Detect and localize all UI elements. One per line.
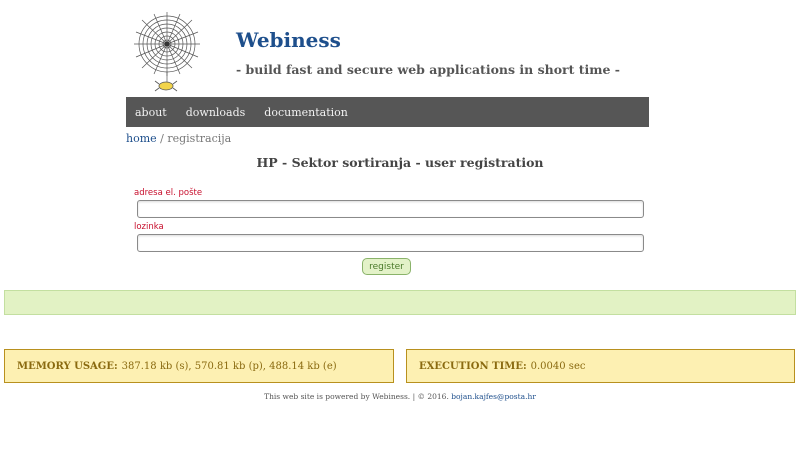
execution-time-box: EXECUTION TIME: 0.0040 sec bbox=[406, 349, 795, 383]
memory-usage-label: MEMORY USAGE: bbox=[17, 360, 118, 372]
page-title: HP - Sektor sortiranja - user registrati… bbox=[256, 155, 544, 170]
nav-item-downloads[interactable]: downloads bbox=[186, 106, 246, 119]
email-field[interactable] bbox=[137, 200, 644, 218]
memory-usage-value: 387.18 kb (s), 570.81 kb (p), 488.14 kb … bbox=[121, 360, 337, 372]
memory-usage-box: MEMORY USAGE: 387.18 kb (s), 570.81 kb (… bbox=[4, 349, 394, 383]
site-tagline: - build fast and secure web applications… bbox=[236, 62, 620, 77]
breadcrumb-separator: / bbox=[156, 132, 168, 145]
footer-text: This web site is powered by Webiness. | … bbox=[264, 392, 449, 401]
breadcrumb-home-link[interactable]: home bbox=[126, 132, 157, 145]
nav-item-about[interactable]: about bbox=[135, 106, 167, 119]
site-header: Webiness - build fast and secure web app… bbox=[126, 8, 649, 96]
message-bar bbox=[4, 290, 796, 315]
execution-time-value: 0.0040 sec bbox=[530, 360, 586, 372]
email-label: adresa el. pošte bbox=[134, 188, 203, 198]
footer: This web site is powered by Webiness. | … bbox=[0, 392, 800, 401]
footer-email-link[interactable]: bojan.kajfes@posta.hr bbox=[451, 392, 536, 401]
password-field[interactable] bbox=[137, 234, 644, 252]
spider-web-logo-icon[interactable] bbox=[134, 12, 210, 94]
nav-item-documentation[interactable]: documentation bbox=[264, 106, 348, 119]
breadcrumb: home / registracija bbox=[126, 132, 231, 145]
register-button[interactable]: register bbox=[362, 258, 411, 275]
password-label: lozinka bbox=[134, 222, 164, 232]
site-title: Webiness bbox=[236, 28, 341, 52]
execution-time-label: EXECUTION TIME: bbox=[419, 360, 527, 372]
main-nav: about downloads documentation bbox=[126, 97, 649, 127]
breadcrumb-current: registracija bbox=[167, 132, 232, 145]
